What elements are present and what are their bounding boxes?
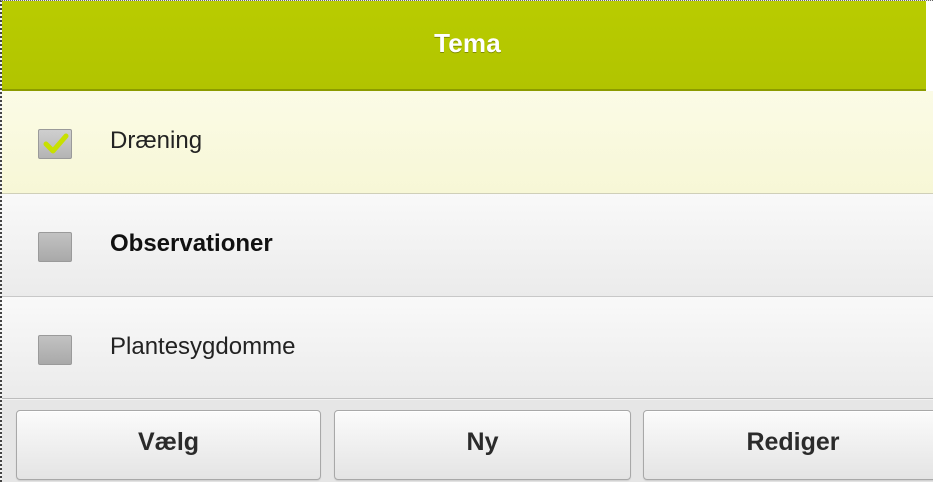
list-item-label: Dræning (110, 127, 203, 154)
page-title: Tema (434, 28, 501, 58)
bottom-toolbar: Vælg Ny Rediger (2, 400, 933, 482)
list-item-observationer[interactable]: Observationer (2, 194, 933, 297)
edit-button[interactable]: Rediger (643, 410, 933, 480)
list-item-label: Observationer (110, 230, 273, 257)
header-bar: Tema (2, 1, 933, 91)
select-button[interactable]: Vælg (16, 410, 321, 480)
checkmark-icon (43, 133, 69, 154)
checkbox-observationer[interactable] (38, 232, 72, 262)
new-button[interactable]: Ny (334, 410, 631, 480)
header-edge (926, 1, 933, 91)
checkbox-plantesygdomme[interactable] (38, 335, 72, 365)
list-item-plantesygdomme[interactable]: Plantesygdomme (2, 297, 933, 399)
checkbox-draening[interactable] (38, 129, 72, 159)
theme-panel: Tema Dræning Observationer Plantesygdomm… (0, 0, 933, 482)
list-item-label: Plantesygdomme (110, 333, 296, 360)
list-item-draening[interactable]: Dræning (2, 91, 933, 194)
theme-list: Dræning Observationer Plantesygdomme (2, 91, 933, 399)
